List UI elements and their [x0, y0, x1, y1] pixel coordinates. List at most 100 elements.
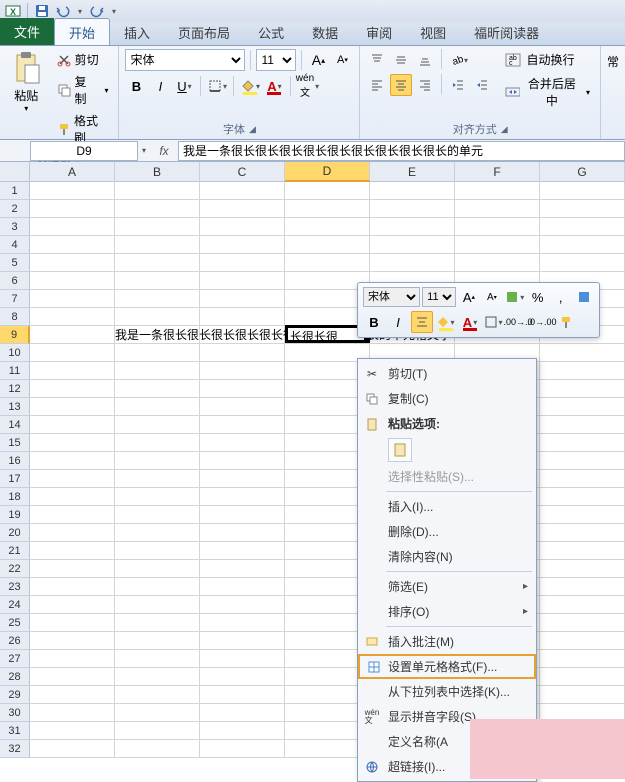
menu-clear[interactable]: 清除内容(N) [358, 544, 536, 569]
menu-insert-comment[interactable]: 插入批注(M) [358, 629, 536, 654]
mini-inc-decimal-icon[interactable]: .00→.0 [507, 311, 529, 333]
mini-bold-icon[interactable]: B [363, 311, 385, 333]
align-right-icon[interactable] [414, 74, 436, 96]
font-expander-icon[interactable]: ◢ [249, 124, 256, 135]
menu-sort[interactable]: 排序(O)▸ [358, 599, 536, 624]
align-top-icon[interactable] [366, 49, 388, 71]
decrease-font-icon[interactable]: A▾ [331, 49, 353, 71]
tab-foxit[interactable]: 福昕阅读器 [460, 19, 553, 45]
mini-format-painter-icon[interactable] [555, 311, 577, 333]
menu-delete[interactable]: 删除(D)... [358, 519, 536, 544]
row-header-28[interactable]: 28 [0, 668, 30, 686]
row-header-31[interactable]: 31 [0, 722, 30, 740]
row-header-1[interactable]: 1 [0, 182, 30, 200]
row-header-18[interactable]: 18 [0, 488, 30, 506]
col-header-f[interactable]: F [455, 162, 540, 182]
row-header-19[interactable]: 19 [0, 506, 30, 524]
mini-font-select[interactable]: 宋体 [363, 287, 420, 307]
font-name-select[interactable]: 宋体 [125, 49, 245, 71]
row-header-32[interactable]: 32 [0, 740, 30, 758]
col-header-g[interactable]: G [540, 162, 625, 182]
increase-indent-icon[interactable] [471, 74, 493, 96]
row-header-21[interactable]: 21 [0, 542, 30, 560]
row-header-9[interactable]: 9 [0, 326, 30, 344]
row-header-26[interactable]: 26 [0, 632, 30, 650]
italic-icon[interactable]: I [149, 75, 171, 97]
row-header-7[interactable]: 7 [0, 290, 30, 308]
tab-page-layout[interactable]: 页面布局 [164, 19, 244, 45]
formula-input[interactable]: 我是一条很长很长很长很长很长很长很长很长很长的单元 [178, 141, 625, 161]
bold-icon[interactable]: B [125, 75, 147, 97]
row-header-4[interactable]: 4 [0, 236, 30, 254]
mini-grow-font-icon[interactable]: A▴ [458, 286, 479, 308]
fill-color-icon[interactable] [239, 75, 261, 97]
row-header-17[interactable]: 17 [0, 470, 30, 488]
menu-copy[interactable]: 复制(C) [358, 386, 536, 411]
font-size-select[interactable]: 11 [256, 49, 296, 71]
orientation-icon[interactable]: ab [447, 49, 469, 71]
col-header-a[interactable]: A [30, 162, 115, 182]
decrease-indent-icon[interactable] [447, 74, 469, 96]
row-header-15[interactable]: 15 [0, 434, 30, 452]
phonetic-icon[interactable]: wén文 [296, 75, 318, 97]
alignment-expander-icon[interactable]: ◢ [501, 124, 508, 135]
merge-center-button[interactable]: 合并后居中▾ [501, 73, 594, 111]
border-icon[interactable] [206, 75, 228, 97]
mini-shrink-font-icon[interactable]: A▾ [481, 286, 502, 308]
mini-size-select[interactable]: 11 [422, 287, 456, 307]
menu-format-cells[interactable]: 设置单元格格式(F)... [358, 654, 536, 679]
mini-fill-icon[interactable] [435, 311, 457, 333]
font-color-icon[interactable]: A [263, 75, 285, 97]
menu-insert[interactable]: 插入(I)... [358, 494, 536, 519]
col-header-e[interactable]: E [370, 162, 455, 182]
paste-button[interactable]: 粘贴 ▾ [6, 49, 47, 115]
mini-format-icon[interactable] [573, 286, 594, 308]
row-header-23[interactable]: 23 [0, 578, 30, 596]
mini-dec-decimal-icon[interactable]: .0→.00 [531, 311, 553, 333]
align-left-icon[interactable] [366, 74, 388, 96]
mini-style-icon[interactable] [504, 286, 525, 308]
row-header-30[interactable]: 30 [0, 704, 30, 722]
fx-icon[interactable]: fx [150, 144, 178, 158]
mini-italic-icon[interactable]: I [387, 311, 409, 333]
mini-border-icon[interactable] [483, 311, 505, 333]
row-header-16[interactable]: 16 [0, 452, 30, 470]
row-header-2[interactable]: 2 [0, 200, 30, 218]
row-header-22[interactable]: 22 [0, 560, 30, 578]
name-box[interactable]: D9 [30, 141, 138, 161]
col-header-b[interactable]: B [115, 162, 200, 182]
mini-percent-icon[interactable]: % [527, 286, 548, 308]
row-header-27[interactable]: 27 [0, 650, 30, 668]
menu-filter[interactable]: 筛选(E)▸ [358, 574, 536, 599]
row-header-25[interactable]: 25 [0, 614, 30, 632]
increase-font-icon[interactable]: A▴ [307, 49, 329, 71]
tab-file[interactable]: 文件 [0, 18, 54, 45]
row-header-20[interactable]: 20 [0, 524, 30, 542]
row-header-10[interactable]: 10 [0, 344, 30, 362]
align-bottom-icon[interactable] [414, 49, 436, 71]
row-header-14[interactable]: 14 [0, 416, 30, 434]
col-header-d[interactable]: D [285, 162, 370, 182]
row-header-8[interactable]: 8 [0, 308, 30, 326]
tab-formulas[interactable]: 公式 [244, 19, 298, 45]
wrap-text-button[interactable]: abc自动换行 [501, 49, 594, 70]
select-all-corner[interactable] [0, 162, 30, 182]
tab-insert[interactable]: 插入 [110, 19, 164, 45]
menu-cut[interactable]: ✂剪切(T) [358, 361, 536, 386]
mini-align-center-icon[interactable] [411, 311, 433, 333]
align-center-icon[interactable] [390, 74, 412, 96]
row-header-5[interactable]: 5 [0, 254, 30, 272]
tab-view[interactable]: 视图 [406, 19, 460, 45]
row-header-13[interactable]: 13 [0, 398, 30, 416]
cut-button[interactable]: 剪切 [53, 49, 113, 70]
row-header-6[interactable]: 6 [0, 272, 30, 290]
row-header-24[interactable]: 24 [0, 596, 30, 614]
paste-option-default[interactable] [388, 438, 412, 462]
tab-data[interactable]: 数据 [298, 19, 352, 45]
tab-home[interactable]: 开始 [54, 18, 110, 45]
align-middle-icon[interactable] [390, 49, 412, 71]
row-header-12[interactable]: 12 [0, 380, 30, 398]
row-header-3[interactable]: 3 [0, 218, 30, 236]
col-header-c[interactable]: C [200, 162, 285, 182]
underline-icon[interactable]: U [173, 75, 195, 97]
